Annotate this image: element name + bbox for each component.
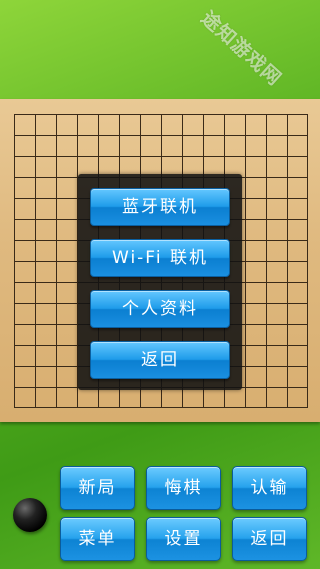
back-button[interactable]: 返回 bbox=[232, 517, 307, 561]
new-game-button[interactable]: 新局 bbox=[60, 466, 135, 510]
resign-button[interactable]: 认输 bbox=[232, 466, 307, 510]
menu-button[interactable]: 菜单 bbox=[60, 517, 135, 561]
wifi-online-button[interactable]: Wi-Fi 联机 bbox=[90, 239, 230, 277]
settings-button[interactable]: 设置 bbox=[146, 517, 221, 561]
watermark-text: 途知游戏网 bbox=[196, 6, 286, 91]
black-stone-icon bbox=[13, 498, 47, 532]
bluetooth-online-button[interactable]: 蓝牙联机 bbox=[90, 188, 230, 226]
profile-button[interactable]: 个人资料 bbox=[90, 290, 230, 328]
menu-back-button[interactable]: 返回 bbox=[90, 341, 230, 379]
undo-button[interactable]: 悔棋 bbox=[146, 466, 221, 510]
